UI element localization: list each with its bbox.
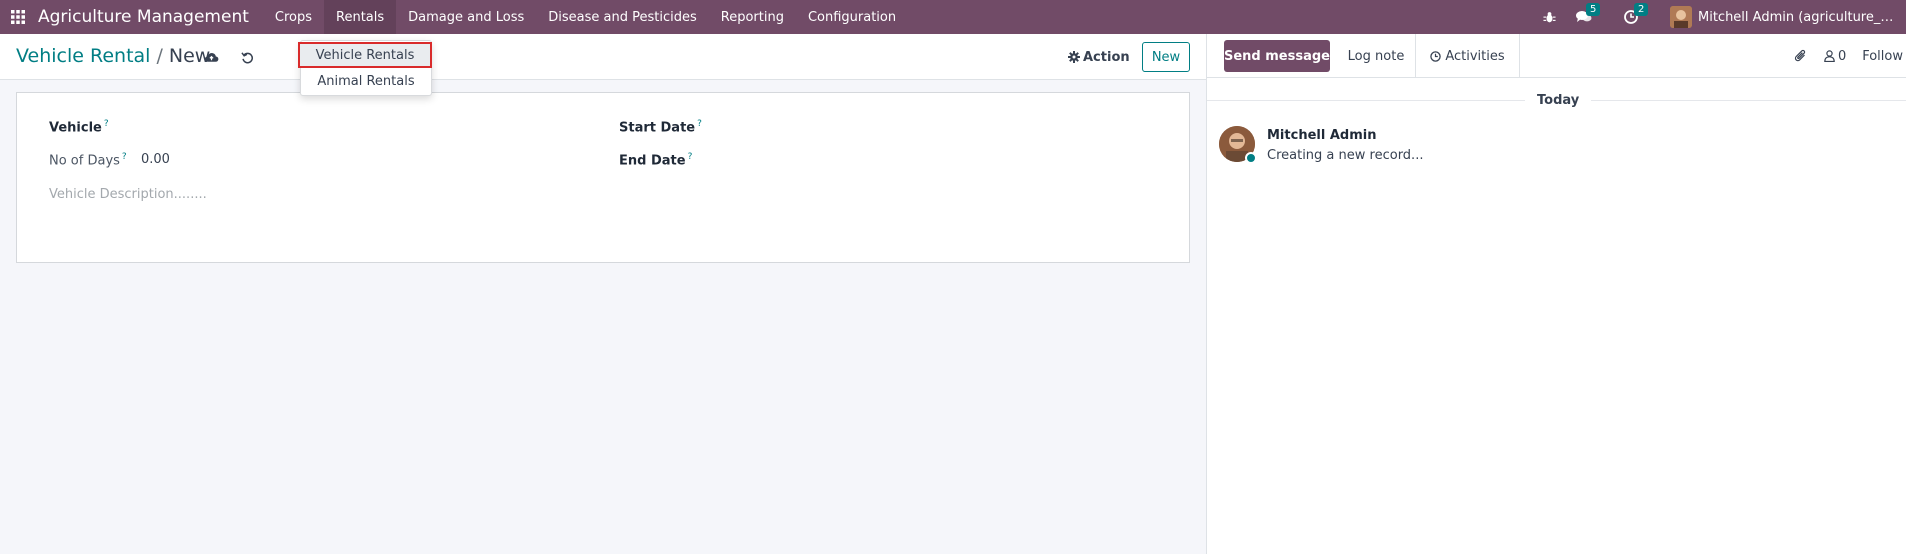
start-date-help-icon[interactable]: ? bbox=[697, 119, 702, 129]
vehicle-description-field[interactable]: Vehicle Description........ bbox=[49, 187, 207, 202]
clock-icon bbox=[1430, 50, 1445, 62]
online-status-indicator bbox=[1245, 152, 1257, 164]
dropdown-animal-rentals[interactable]: Animal Rentals bbox=[301, 69, 431, 93]
user-avatar bbox=[1670, 6, 1692, 28]
bug-icon[interactable] bbox=[1533, 0, 1566, 34]
end-date-help-icon[interactable]: ? bbox=[688, 152, 693, 162]
no-of-days-label: No of Days? bbox=[49, 152, 127, 169]
apps-grid-icon[interactable] bbox=[0, 0, 36, 34]
menu-reporting[interactable]: Reporting bbox=[709, 0, 796, 34]
start-date-label: Start Date? bbox=[619, 119, 702, 136]
paperclip-icon[interactable] bbox=[1786, 49, 1816, 63]
message-author[interactable]: Mitchell Admin bbox=[1267, 128, 1376, 143]
rentals-dropdown: Vehicle Rentals Animal Rentals bbox=[298, 40, 432, 96]
no-of-days-help-icon[interactable]: ? bbox=[122, 152, 127, 162]
chatter-topbar-right: 0 Follow bbox=[1786, 34, 1906, 78]
chatter-panel: Send message Log note Activities 0 Follo… bbox=[1206, 34, 1906, 554]
app-title[interactable]: Agriculture Management bbox=[36, 7, 249, 27]
messages-count-badge: 5 bbox=[1586, 3, 1601, 16]
activities-count-badge: 2 bbox=[1634, 3, 1649, 16]
followers-button[interactable]: 0 bbox=[1816, 49, 1854, 64]
vehicle-help-icon[interactable]: ? bbox=[104, 119, 109, 129]
navbar-systray: 5 2 Mitchell Admin (agriculture_managem.… bbox=[1533, 0, 1906, 34]
menu-crops[interactable]: Crops bbox=[263, 0, 324, 34]
menu-rentals[interactable]: Rentals bbox=[324, 0, 397, 34]
discard-undo-icon[interactable] bbox=[238, 48, 256, 66]
log-note-button[interactable]: Log note bbox=[1338, 40, 1414, 72]
date-separator-label: Today bbox=[1525, 93, 1592, 108]
chatter-topbar: Send message Log note Activities 0 Follo… bbox=[1207, 34, 1906, 78]
messages-icon[interactable]: 5 bbox=[1566, 0, 1614, 34]
no-of-days-input[interactable]: 0.00 bbox=[141, 152, 170, 167]
new-button[interactable]: New bbox=[1142, 42, 1190, 72]
followers-count: 0 bbox=[1837, 48, 1847, 64]
gear-icon bbox=[1068, 51, 1083, 63]
vehicle-label: Vehicle? bbox=[49, 119, 109, 136]
dropdown-vehicle-rentals[interactable]: Vehicle Rentals bbox=[298, 42, 432, 68]
follow-button[interactable]: Follow bbox=[1854, 49, 1906, 64]
action-button[interactable]: Action bbox=[1060, 42, 1138, 72]
activities-button[interactable]: Activities bbox=[1415, 34, 1520, 78]
save-cloud-icon[interactable] bbox=[202, 48, 220, 66]
action-label: Action bbox=[1083, 49, 1130, 65]
user-icon bbox=[1824, 50, 1835, 62]
breadcrumb-separator: / bbox=[156, 45, 163, 67]
activities-label: Activities bbox=[1445, 48, 1505, 64]
menu-configuration[interactable]: Configuration bbox=[796, 0, 908, 34]
menu-disease-and-pesticides[interactable]: Disease and Pesticides bbox=[536, 0, 709, 34]
user-name: Mitchell Admin (agriculture_managem... bbox=[1698, 9, 1902, 25]
control-panel: Vehicle Rental / New Action New bbox=[0, 34, 1206, 80]
form-sheet: Vehicle? Start Date? No of Days? 0.00 En… bbox=[16, 92, 1190, 263]
breadcrumb: Vehicle Rental / New bbox=[16, 45, 210, 67]
activities-clock-icon[interactable]: 2 bbox=[1614, 0, 1660, 34]
menu-damage-and-loss[interactable]: Damage and Loss bbox=[396, 0, 536, 34]
message-body: Creating a new record... bbox=[1267, 148, 1424, 163]
end-date-label: End Date? bbox=[619, 152, 693, 169]
breadcrumb-vehicle-rental[interactable]: Vehicle Rental bbox=[16, 45, 150, 67]
form-view: Vehicle? Start Date? No of Days? 0.00 En… bbox=[0, 80, 1206, 554]
send-message-button[interactable]: Send message bbox=[1224, 40, 1330, 72]
user-menu[interactable]: Mitchell Admin (agriculture_managem... bbox=[1660, 0, 1906, 34]
top-navbar: Agriculture Management Crops Rentals Dam… bbox=[0, 0, 1906, 34]
